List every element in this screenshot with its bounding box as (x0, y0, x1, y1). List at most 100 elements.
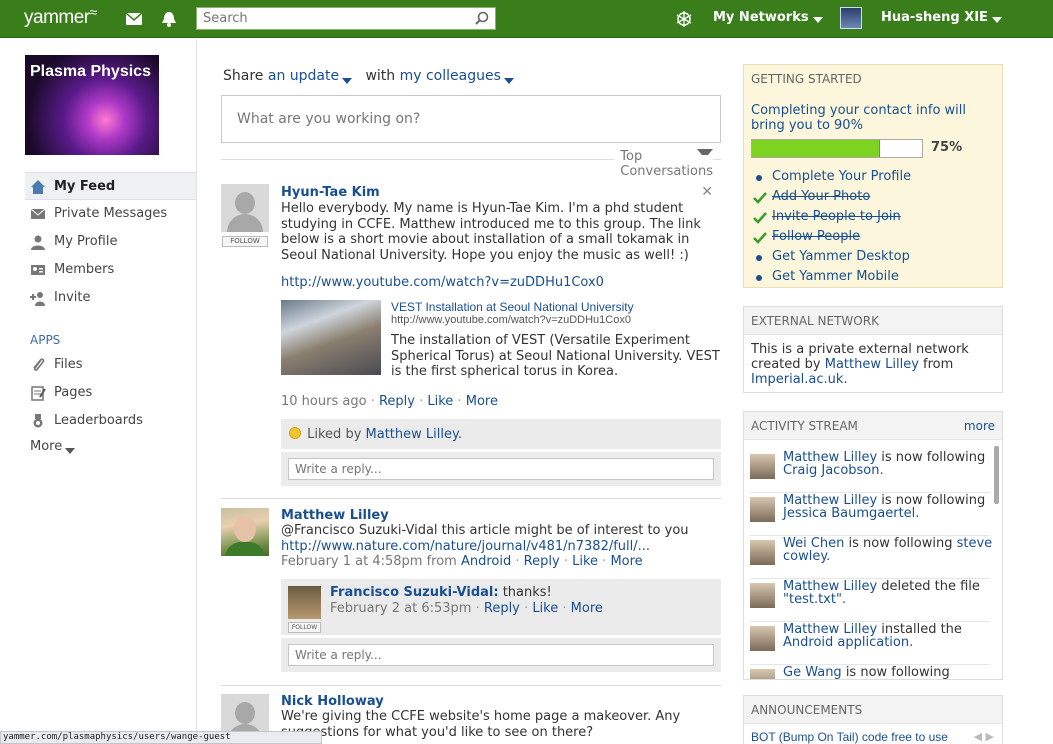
activity-item: Wei Chen is now following steve cowley. (750, 536, 993, 579)
activity-target[interactable]: Android application. (783, 635, 913, 650)
sidebar-item-my-feed[interactable]: My Feed (25, 172, 196, 200)
activity-text: Wei Chen is now following steve cowley. (783, 536, 993, 564)
messages-icon[interactable] (124, 9, 144, 29)
avatar[interactable] (750, 583, 775, 608)
activity-more-link[interactable]: more (964, 419, 995, 433)
progress-percent: 75% (931, 140, 963, 155)
like-link[interactable]: Like (572, 554, 598, 569)
checklist-label[interactable]: Get Yammer Desktop (772, 249, 910, 264)
notifications-bell-icon[interactable] (159, 9, 179, 29)
more-link[interactable]: More (466, 394, 498, 409)
external-network-text: This is a private external network creat… (751, 342, 969, 387)
panel-title: GETTING STARTED (751, 72, 862, 86)
sidebar-item-invite[interactable]: Invite (25, 284, 196, 312)
external-network-panel: EXTERNAL NETWORK This is a private exter… (743, 306, 1003, 393)
close-icon[interactable]: ✕ (701, 184, 713, 200)
post-link[interactable]: http://www.nature.com/nature/journal/v48… (281, 539, 721, 555)
follow-button[interactable]: FOLLOW (222, 236, 268, 247)
more-link[interactable]: More (610, 554, 642, 569)
network-globe-icon[interactable] (674, 9, 694, 29)
activity-actor[interactable]: Ge Wang (783, 665, 842, 679)
sidebar-item-pages[interactable]: Pages (25, 379, 196, 407)
smiley-icon (289, 427, 301, 439)
group-logo[interactable]: Plasma Physics (25, 55, 159, 155)
scrollbar[interactable] (994, 446, 999, 504)
sidebar-item-files[interactable]: Files (25, 351, 196, 379)
getting-started-panel: GETTING STARTED Completing your contact … (743, 64, 1003, 288)
video-thumbnail[interactable] (281, 300, 381, 375)
my-networks-menu[interactable]: My Networks (713, 10, 823, 25)
chevron-down-icon (503, 78, 514, 84)
checklist-label[interactable]: Get Yammer Mobile (772, 269, 899, 284)
reply-link[interactable]: Reply (484, 601, 520, 616)
user-menu[interactable]: Hua-sheng XIE (881, 10, 1002, 25)
paperclip-icon (33, 358, 45, 371)
checklist-label[interactable]: Complete Your Profile (772, 169, 911, 184)
chevron-down-icon (342, 78, 353, 84)
avatar[interactable] (288, 586, 321, 619)
activity-text: Ge Wang is now following (783, 665, 950, 680)
post-author[interactable]: Nick Holloway (281, 694, 384, 709)
post-divider (221, 685, 721, 686)
sidebar-item-private-messages[interactable]: Private Messages (25, 200, 196, 228)
more-link[interactable]: More (571, 601, 603, 616)
liker-link[interactable]: Matthew Lilley (366, 427, 458, 442)
org-link[interactable]: Imperial.ac.uk (751, 372, 843, 387)
post-composer-input[interactable]: What are you working on? (221, 95, 721, 143)
reply-link[interactable]: Reply (379, 394, 415, 409)
checklist-label[interactable]: Follow People (772, 229, 860, 244)
source-link[interactable]: Android (461, 554, 511, 569)
avatar[interactable] (221, 184, 269, 232)
like-link[interactable]: Like (427, 394, 453, 409)
sidebar-more[interactable]: More (25, 433, 196, 461)
reply-link[interactable]: Reply (524, 554, 560, 569)
reply-input[interactable] (288, 458, 714, 480)
checklist-label[interactable]: Invite People to Join (772, 209, 901, 224)
feed-sort: Top Conversations (221, 149, 721, 179)
post-author[interactable]: Hyun-Tae Kim (281, 185, 380, 200)
search-icon[interactable] (474, 11, 490, 27)
activity-target[interactable]: Jessica Baumgaertel. (783, 506, 919, 521)
share-bar: Share an update with my colleagues (223, 68, 514, 84)
sidebar-item-members[interactable]: Members (25, 256, 196, 284)
activity-stream-panel: ACTIVITY STREAM more Matthew Lilley is n… (743, 411, 1003, 680)
avatar[interactable] (750, 454, 775, 479)
yammer-logo[interactable]: yammer≈ (24, 4, 97, 29)
medal-icon (33, 414, 43, 428)
post-author[interactable]: Matthew Lilley (281, 508, 389, 523)
activity-target[interactable]: Craig Jacobson. (783, 463, 884, 478)
activity-text: Matthew Lilley is now following Craig Ja… (783, 450, 986, 478)
bullet-icon (756, 275, 762, 281)
follow-button[interactable]: FOLLOW (288, 622, 321, 633)
avatar[interactable] (750, 497, 775, 522)
activity-target[interactable]: "test.txt". (783, 592, 846, 607)
sidebar-item-leaderboards[interactable]: Leaderboards (25, 407, 196, 435)
next-arrow-icon[interactable]: ▶ (986, 730, 994, 743)
search-input[interactable] (197, 8, 467, 29)
checkmark-icon (753, 192, 767, 204)
update-type-dropdown[interactable]: an update (268, 68, 353, 84)
avatar[interactable] (750, 626, 775, 651)
like-link[interactable]: Like (532, 601, 558, 616)
bullet-icon (756, 175, 762, 181)
avatar[interactable] (750, 540, 775, 565)
post-link[interactable]: http://www.youtube.com/watch?v=zuDDHu1Co… (281, 275, 721, 291)
checklist-label[interactable]: Add Your Photo (772, 189, 870, 204)
reply-item: FOLLOW Francisco Suzuki-Vidal: thanks! F… (281, 579, 721, 635)
activity-item: Matthew Lilley is now following Craig Ja… (750, 450, 990, 493)
avatar[interactable] (221, 508, 269, 556)
reply-input[interactable] (288, 644, 714, 666)
envelope-icon (30, 208, 46, 219)
attachment-title[interactable]: VEST Installation at Seoul National Univ… (391, 300, 634, 314)
chevron-down-icon (991, 17, 1002, 23)
announcement-link[interactable]: BOT (Bump On Tail) code free to use (751, 730, 948, 744)
getting-started-intro[interactable]: Completing your contact info will bring … (751, 103, 991, 133)
sidebar-item-my-profile[interactable]: My Profile (25, 228, 196, 256)
prev-arrow-icon[interactable]: ◀ (974, 730, 982, 743)
avatar[interactable] (750, 669, 775, 679)
reply-author[interactable]: Francisco Suzuki-Vidal: (330, 585, 499, 600)
user-avatar[interactable] (840, 7, 862, 29)
creator-link[interactable]: Matthew Lilley (825, 357, 919, 372)
activity-text: Matthew Lilley is now following Jessica … (783, 493, 986, 521)
audience-dropdown[interactable]: my colleagues (400, 68, 514, 84)
